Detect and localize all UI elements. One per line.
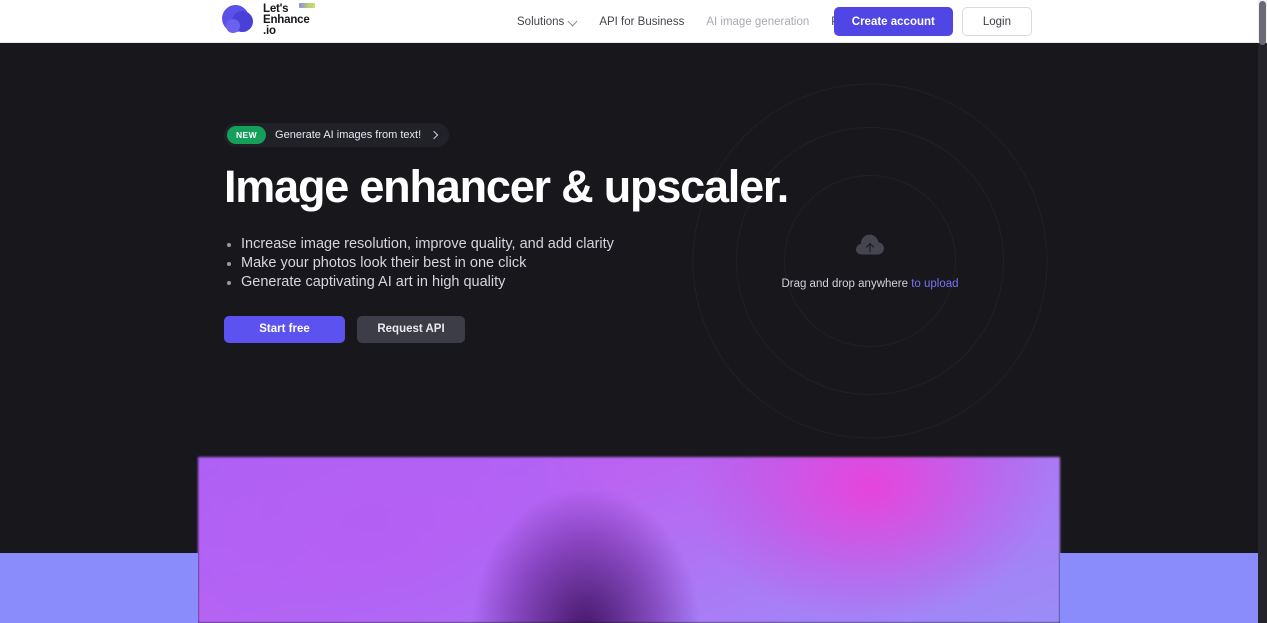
hero-section: Drag and drop anywhere to upload NEW Gen… — [0, 43, 1258, 453]
status-badge: NEW — [227, 126, 267, 144]
list-item: Generate captivating AI art in high qual… — [224, 273, 744, 292]
hero-cta-group: Start free Request API — [224, 315, 744, 343]
scrollbar-thumb[interactable] — [1259, 1, 1266, 45]
scrollbar-track[interactable] — [1258, 43, 1267, 623]
nav-item-api-for-business[interactable]: API for Business — [588, 16, 695, 28]
header-actions: Create account Login — [833, 7, 1032, 36]
new-feature-label: Generate AI images from text! — [275, 129, 422, 141]
list-item: Make your photos look their best in one … — [224, 254, 744, 273]
nav-item-ai-image-generation[interactable]: AI image generation — [695, 16, 820, 28]
cloud-upload-icon — [855, 233, 885, 262]
request-api-button[interactable]: Request API — [357, 315, 465, 343]
nav-item-label: Solutions — [517, 15, 565, 28]
brand-accent-bar-icon — [299, 3, 315, 8]
hero-content: NEW Generate AI images from text! Image … — [224, 123, 789, 343]
nav-item-label: API for Business — [599, 15, 685, 28]
chevron-down-icon — [569, 18, 577, 26]
create-account-button[interactable]: Create account — [833, 7, 953, 36]
brand-logo[interactable]: Let's Enhance .io — [222, 3, 315, 37]
new-feature-banner[interactable]: NEW Generate AI images from text! — [224, 123, 450, 147]
nav-item-label: AI image generation — [706, 15, 810, 28]
dropzone-text: Drag and drop anywhere to upload — [781, 278, 958, 290]
start-free-button[interactable]: Start free — [224, 315, 345, 343]
login-button[interactable]: Login — [961, 7, 1032, 36]
upload-link[interactable]: to upload — [911, 278, 958, 290]
dropzone-label: Drag and drop anywhere — [781, 277, 909, 290]
section-band-left — [0, 553, 198, 623]
hero-feature-list: Increase image resolution, improve quali… — [224, 235, 744, 292]
page-root: Let's Enhance .io Solutions API for Busi… — [0, 0, 1267, 623]
brand-wordmark: Let's Enhance .io — [263, 3, 315, 37]
brand-line-3: .io — [263, 25, 276, 37]
letsenhance-circles-logo-icon — [222, 3, 256, 37]
page-scrollbar[interactable] — [1258, 0, 1267, 623]
page-title: Image enhancer & upscaler. — [224, 161, 789, 212]
nav-item-solutions[interactable]: Solutions — [506, 16, 588, 28]
site-header: Let's Enhance .io Solutions API for Busi… — [0, 0, 1258, 43]
chevron-right-icon — [431, 132, 438, 139]
list-item: Increase image resolution, improve quali… — [224, 235, 744, 254]
section-band-right — [1060, 553, 1258, 623]
showcase-image — [198, 457, 1060, 623]
